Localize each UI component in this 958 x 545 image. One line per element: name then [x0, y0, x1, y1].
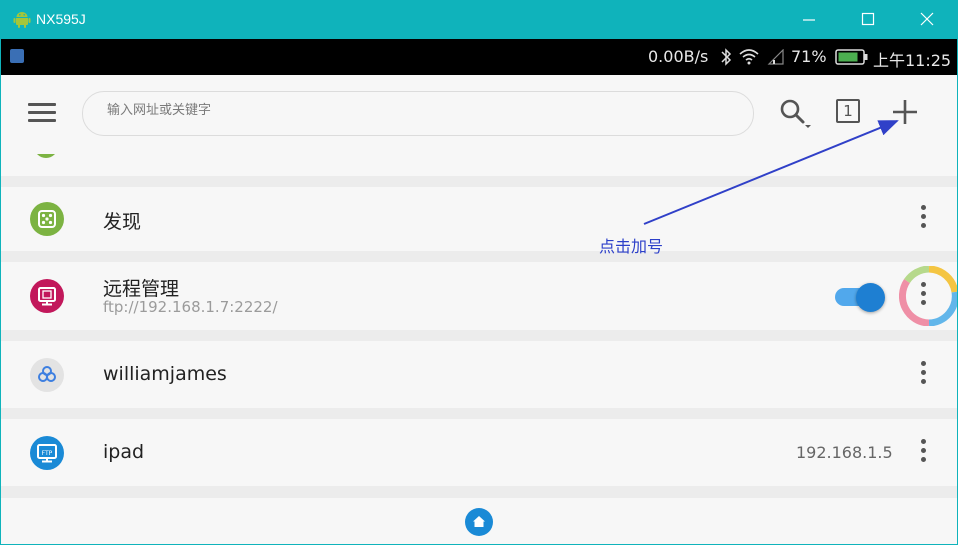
status-bar: 0.00B/s 71% 上午11:25: [1, 39, 957, 75]
notification-app-icon: [10, 49, 24, 63]
minimize-button[interactable]: [789, 6, 829, 32]
minimize-icon: [803, 19, 815, 21]
app-content: 1 发现 远程管理 ftp://192.168.1.7:2222/: [1, 75, 957, 544]
annotation-label: 点击加号: [599, 237, 664, 256]
network-rate: 0.00B/s: [648, 47, 709, 66]
battery-icon: [835, 49, 868, 65]
maximize-icon: [861, 12, 875, 26]
wifi-icon: [739, 49, 759, 65]
signal-icon: [767, 49, 784, 65]
close-button[interactable]: [907, 6, 947, 32]
clock: 上午11:25: [873, 51, 952, 70]
window-title: NX595J: [36, 11, 86, 27]
annotation-arrow: [643, 120, 899, 225]
android-icon: [13, 12, 31, 28]
bluetooth-icon: [721, 48, 732, 66]
battery-percent: 71%: [791, 47, 827, 66]
window-titlebar: NX595J: [0, 0, 958, 39]
maximize-button[interactable]: [848, 6, 888, 32]
close-icon: [920, 12, 934, 26]
